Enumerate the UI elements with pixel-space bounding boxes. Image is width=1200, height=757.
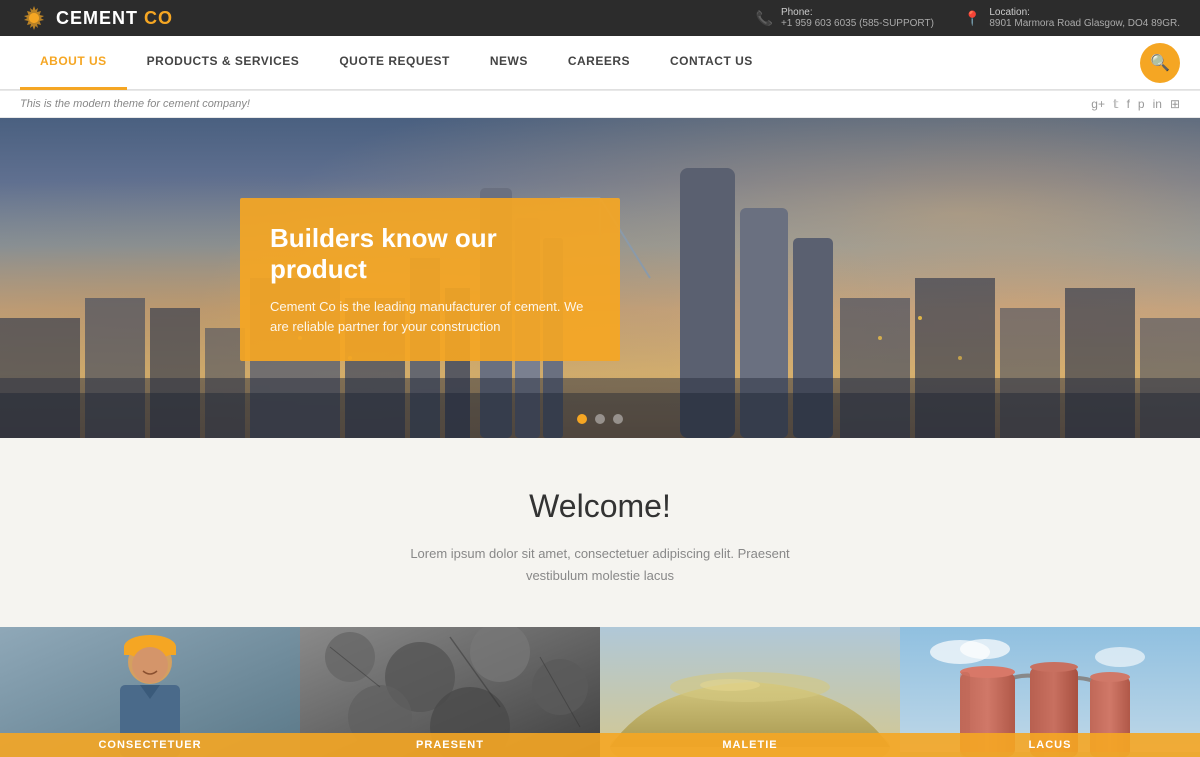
location-icon: 📍 xyxy=(964,10,981,27)
welcome-section: Welcome! Lorem ipsum dolor sit amet, con… xyxy=(0,438,1200,627)
slide-dot-2[interactable] xyxy=(595,414,605,424)
card-4[interactable]: LACUS xyxy=(900,627,1200,757)
search-icon: 🔍 xyxy=(1150,53,1170,73)
card-3[interactable]: MALETIE xyxy=(600,627,900,757)
card-3-label: MALETIE xyxy=(610,739,890,751)
card-3-label-bar: MALETIE xyxy=(600,733,900,757)
logo-text: CEMENT CO xyxy=(56,8,173,29)
card-1-label-bar: CONSECTETUER xyxy=(0,733,300,757)
sub-bar: This is the modern theme for cement comp… xyxy=(0,90,1200,118)
location-item: 📍 Location: 8901 Marmora Road Glasgow, D… xyxy=(964,7,1180,29)
top-bar: CEMENT CO 📞 Phone: +1 959 603 6035 (585-… xyxy=(0,0,1200,36)
slide-dot-3[interactable] xyxy=(613,414,623,424)
nav-links: ABOUT US PRODUCTS & SERVICES QUOTE REQUE… xyxy=(20,36,773,89)
social-icons: g+ 𝕥 f p in ⊞ xyxy=(1091,97,1180,111)
card-2[interactable]: PRAESENT xyxy=(300,627,600,757)
card-4-label-bar: LACUS xyxy=(900,733,1200,757)
logo: CEMENT CO xyxy=(20,4,173,32)
nav-products[interactable]: PRODUCTS & SERVICES xyxy=(127,36,320,90)
phone-item: 📞 Phone: +1 959 603 6035 (585-SUPPORT) xyxy=(756,7,934,29)
nav-contact[interactable]: CONTACT US xyxy=(650,36,773,90)
card-2-label-bar: PRAESENT xyxy=(300,733,600,757)
twitter-icon[interactable]: 𝕥 xyxy=(1113,97,1119,111)
phone-value: +1 959 603 6035 (585-SUPPORT) xyxy=(781,18,934,29)
card-1[interactable]: CONSECTETUER xyxy=(0,627,300,757)
hero-section: Builders know our product Cement Co is t… xyxy=(0,118,1200,438)
nav-quote[interactable]: QUOTE REQUEST xyxy=(319,36,470,90)
pinterest-icon[interactable]: p xyxy=(1138,97,1145,111)
nav-careers[interactable]: CAREERS xyxy=(548,36,650,90)
location-label: Location: xyxy=(989,7,1180,18)
hero-subtitle: Cement Co is the leading manufacturer of… xyxy=(270,297,590,336)
welcome-title: Welcome! xyxy=(20,488,1180,525)
card-1-label: CONSECTETUER xyxy=(10,739,290,751)
location-value: 8901 Marmora Road Glasgow, DO4 89GR. xyxy=(989,18,1180,29)
contact-info: 📞 Phone: +1 959 603 6035 (585-SUPPORT) 📍… xyxy=(756,7,1181,29)
hero-overlay: Builders know our product Cement Co is t… xyxy=(240,198,620,361)
facebook-icon[interactable]: f xyxy=(1127,97,1130,111)
tagline: This is the modern theme for cement comp… xyxy=(20,98,250,110)
slide-indicators xyxy=(577,414,623,424)
cards-row: CONSECTETUER PRAESENT xyxy=(0,627,1200,757)
nav-about-us[interactable]: ABOUT US xyxy=(20,36,127,90)
rss-icon[interactable]: ⊞ xyxy=(1170,97,1180,111)
gear-icon xyxy=(20,4,48,32)
search-button[interactable]: 🔍 xyxy=(1140,43,1180,83)
phone-label: Phone: xyxy=(781,7,934,18)
nav-bar: ABOUT US PRODUCTS & SERVICES QUOTE REQUE… xyxy=(0,36,1200,90)
card-4-label: LACUS xyxy=(910,739,1190,751)
card-2-label: PRAESENT xyxy=(310,739,590,751)
phone-icon: 📞 xyxy=(756,10,773,27)
linkedin-icon[interactable]: in xyxy=(1153,97,1162,111)
slide-dot-1[interactable] xyxy=(577,414,587,424)
welcome-text: Lorem ipsum dolor sit amet, consectetuer… xyxy=(410,543,790,587)
google-plus-icon[interactable]: g+ xyxy=(1091,97,1105,111)
nav-news[interactable]: NEWS xyxy=(470,36,548,90)
hero-title: Builders know our product xyxy=(270,223,590,285)
